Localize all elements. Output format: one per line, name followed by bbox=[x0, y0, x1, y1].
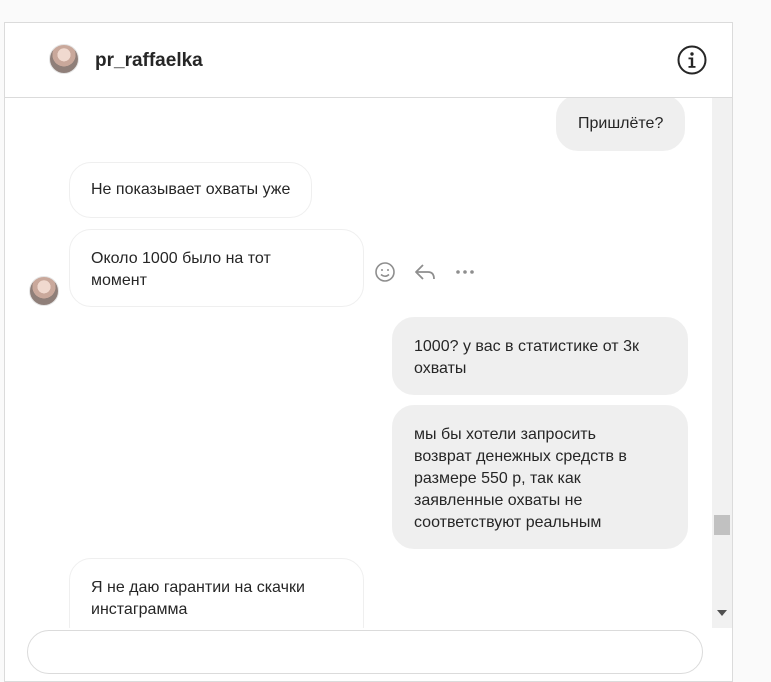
outgoing-message[interactable]: Пришлёте? bbox=[556, 98, 686, 151]
incoming-message[interactable]: Я не даю гарантии на скачки инстаграмма bbox=[69, 558, 364, 628]
thread-scrollbar[interactable] bbox=[712, 98, 732, 628]
message-line: Около 1000 было на тот bbox=[91, 250, 271, 267]
direct-message-panel: pr_raffaelka Пришлёте? Не показывает охв… bbox=[4, 22, 733, 682]
scroll-down-arrow-icon[interactable] bbox=[717, 610, 727, 616]
message-line: заявленные охваты не bbox=[414, 492, 583, 509]
scrollbar-thumb[interactable] bbox=[714, 515, 730, 535]
outgoing-message[interactable]: мы бы хотели запросить возврат денежных … bbox=[392, 405, 688, 549]
avatar[interactable] bbox=[29, 276, 59, 306]
conversation-username[interactable]: pr_raffaelka bbox=[95, 50, 203, 72]
message-line: Я не даю гарантии на скачки bbox=[91, 579, 305, 596]
message-thread[interactable]: Пришлёте? Не показывает охваты уже Около… bbox=[5, 98, 712, 628]
message-line: охваты bbox=[414, 360, 467, 377]
message-text: Пришлёте? bbox=[578, 115, 664, 132]
smiley-icon[interactable] bbox=[373, 260, 397, 284]
message-input[interactable] bbox=[27, 630, 703, 674]
message-line: возврат денежных средств в bbox=[414, 448, 627, 465]
message-line: соответствуют реальным bbox=[414, 514, 602, 531]
message-text: Не показывает охваты уже bbox=[91, 181, 291, 198]
more-dots-icon[interactable] bbox=[453, 260, 477, 284]
incoming-message[interactable]: Не показывает охваты уже bbox=[69, 162, 313, 218]
message-line: 1000? у вас в статистике от 3к bbox=[414, 338, 639, 355]
message-line: инстаграмма bbox=[91, 601, 188, 618]
avatar[interactable] bbox=[49, 44, 79, 74]
info-circle-icon[interactable] bbox=[676, 44, 708, 76]
conversation-header: pr_raffaelka bbox=[5, 23, 732, 98]
message-line: размере 550 р, так как bbox=[414, 470, 581, 487]
message-line: момент bbox=[91, 272, 147, 289]
outgoing-message[interactable]: 1000? у вас в статистике от 3к охваты bbox=[392, 317, 688, 395]
message-line: мы бы хотели запросить bbox=[414, 426, 596, 443]
incoming-message[interactable]: Около 1000 было на тот момент bbox=[69, 229, 364, 307]
reply-arrow-icon[interactable] bbox=[413, 260, 437, 284]
